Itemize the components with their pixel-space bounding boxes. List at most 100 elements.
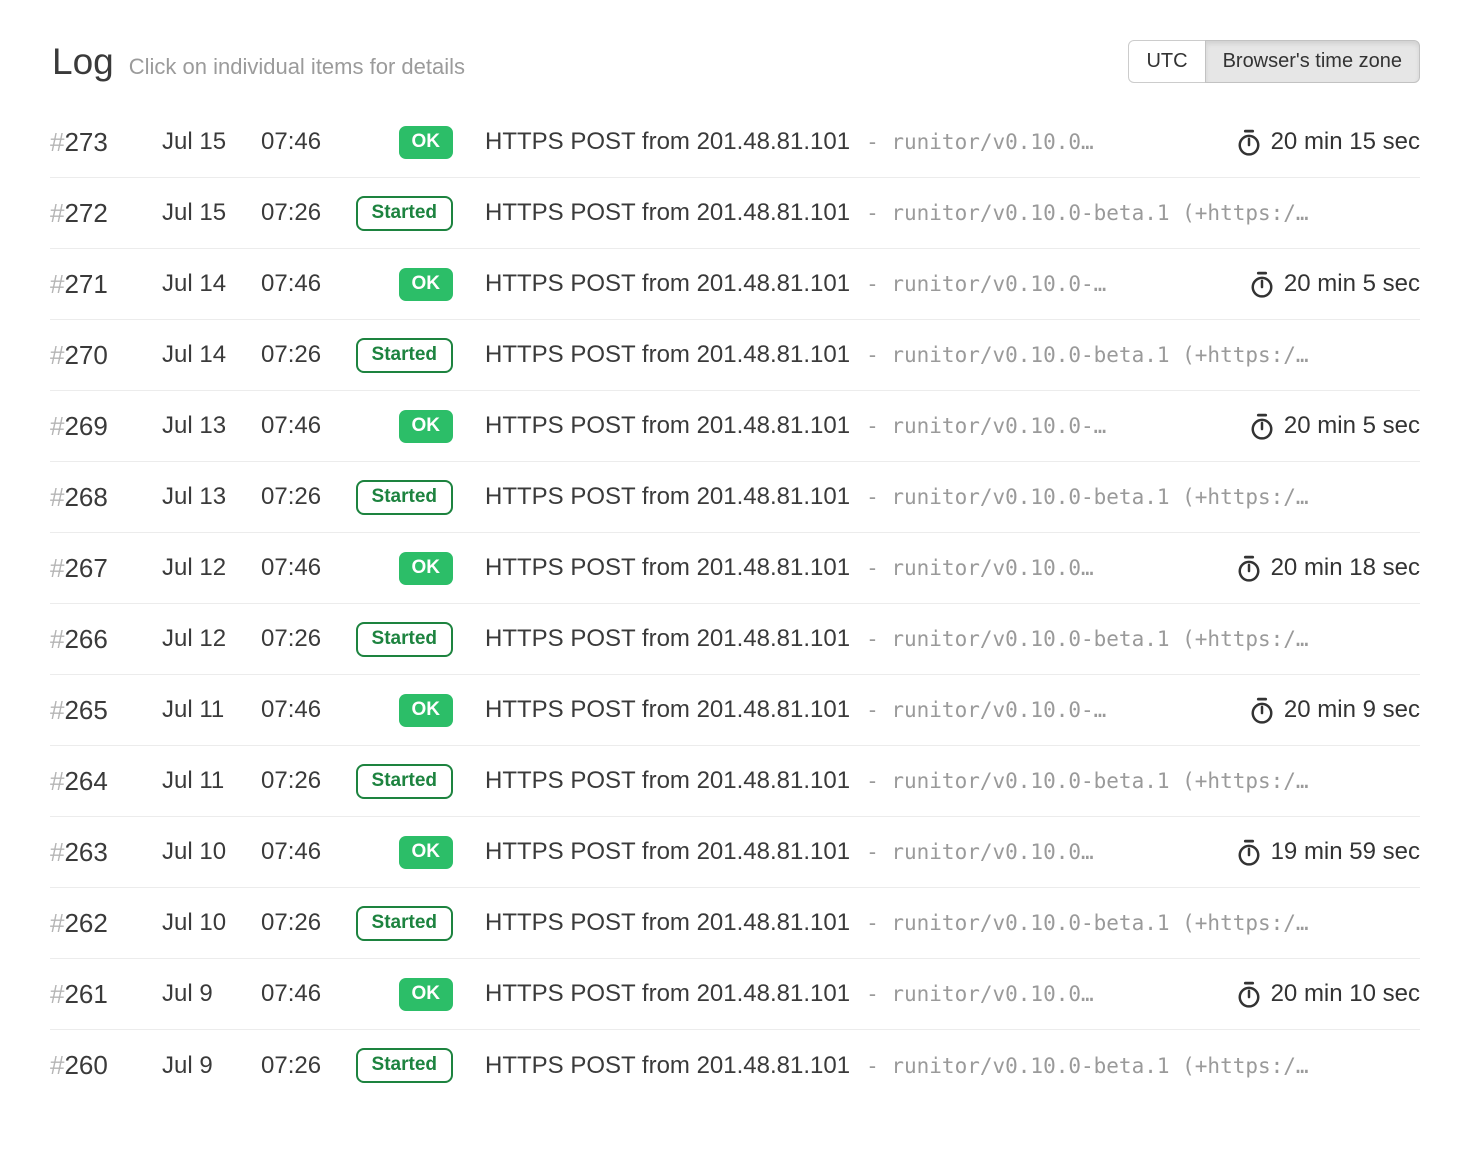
event-number-hash: # (50, 482, 64, 512)
status-badge: OK (399, 126, 454, 159)
event-number-value: 265 (64, 695, 107, 725)
user-agent-text: - runitor/v0.10.0… (866, 982, 1094, 1006)
stopwatch-icon (1236, 555, 1262, 583)
event-source-text: HTTPS POST from 201.48.81.101 (485, 341, 850, 369)
event-date: Jul 15 (162, 199, 261, 227)
event-number-value: 267 (64, 553, 107, 583)
log-row[interactable]: #271 Jul 14 07:46 OK HTTPS POST from 201… (50, 249, 1420, 320)
event-time: 07:46 (261, 412, 358, 440)
log-row[interactable]: #265 Jul 11 07:46 OK HTTPS POST from 201… (50, 675, 1420, 746)
log-row[interactable]: #261 Jul 9 07:46 OK HTTPS POST from 201.… (50, 959, 1420, 1030)
event-duration: 20 min 5 sec (1249, 270, 1420, 298)
user-agent-text: - runitor/v0.10.0-beta.1 (+https:/… (866, 769, 1309, 793)
user-agent-text: - runitor/v0.10.0-… (866, 272, 1106, 296)
event-number-hash: # (50, 837, 64, 867)
event-date: Jul 9 (162, 980, 261, 1008)
event-number-hash: # (50, 1050, 64, 1080)
user-agent-text: - runitor/v0.10.0… (866, 130, 1094, 154)
event-date: Jul 10 (162, 909, 261, 937)
duration-text: 20 min 5 sec (1284, 270, 1420, 298)
stopwatch-icon (1236, 839, 1262, 867)
event-number-hash: # (50, 766, 64, 796)
event-description: HTTPS POST from 201.48.81.101 - runitor/… (485, 696, 1225, 724)
utc-button[interactable]: UTC (1128, 40, 1205, 83)
status-badge: Started (356, 1048, 453, 1083)
status-badge: Started (356, 196, 453, 231)
status-badge-cell: OK (358, 978, 453, 1011)
event-description: HTTPS POST from 201.48.81.101 - runitor/… (485, 341, 1420, 369)
status-badge-cell: Started (358, 1048, 453, 1083)
log-row[interactable]: #270 Jul 14 07:26 Started HTTPS POST fro… (50, 320, 1420, 391)
event-date: Jul 14 (162, 341, 261, 369)
status-badge: OK (399, 694, 454, 727)
event-time: 07:46 (261, 554, 358, 582)
user-agent-text: - runitor/v0.10.0-beta.1 (+https:/… (866, 485, 1309, 509)
status-badge-cell: OK (358, 836, 453, 869)
user-agent-text: - runitor/v0.10.0-… (866, 698, 1106, 722)
event-number-hash: # (50, 340, 64, 370)
event-number-hash: # (50, 979, 64, 1009)
event-number: #264 (50, 766, 162, 797)
log-row[interactable]: #260 Jul 9 07:26 Started HTTPS POST from… (50, 1030, 1420, 1101)
log-page: Log Click on individual items for detail… (0, 0, 1470, 1156)
event-number-value: 271 (64, 269, 107, 299)
event-source-text: HTTPS POST from 201.48.81.101 (485, 767, 850, 795)
status-badge: Started (356, 480, 453, 515)
event-source-text: HTTPS POST from 201.48.81.101 (485, 483, 850, 511)
event-time: 07:46 (261, 270, 358, 298)
duration-text: 20 min 18 sec (1271, 554, 1420, 582)
status-badge-cell: OK (358, 552, 453, 585)
event-source-text: HTTPS POST from 201.48.81.101 (485, 909, 850, 937)
event-source-text: HTTPS POST from 201.48.81.101 (485, 128, 850, 156)
duration-text: 20 min 9 sec (1284, 696, 1420, 724)
event-time: 07:26 (261, 341, 358, 369)
event-number-hash: # (50, 198, 64, 228)
status-badge: OK (399, 410, 454, 443)
status-badge: OK (399, 268, 454, 301)
status-badge: Started (356, 622, 453, 657)
log-row[interactable]: #267 Jul 12 07:46 OK HTTPS POST from 201… (50, 533, 1420, 604)
user-agent-text: - runitor/v0.10.0-beta.1 (+https:/… (866, 343, 1309, 367)
log-row[interactable]: #273 Jul 15 07:46 OK HTTPS POST from 201… (50, 107, 1420, 178)
event-time: 07:46 (261, 980, 358, 1008)
log-row[interactable]: #266 Jul 12 07:26 Started HTTPS POST fro… (50, 604, 1420, 675)
event-number: #273 (50, 127, 162, 158)
status-badge-cell: OK (358, 126, 453, 159)
stopwatch-icon (1249, 271, 1275, 299)
duration-text: 20 min 5 sec (1284, 412, 1420, 440)
status-badge-cell: Started (358, 196, 453, 231)
event-number: #266 (50, 624, 162, 655)
user-agent-text: - runitor/v0.10.0-beta.1 (+https:/… (866, 911, 1309, 935)
user-agent-text: - runitor/v0.10.0-beta.1 (+https:/… (866, 1054, 1309, 1078)
user-agent-text: - runitor/v0.10.0… (866, 840, 1094, 864)
event-duration: 20 min 15 sec (1236, 128, 1420, 156)
event-number-value: 270 (64, 340, 107, 370)
page-header: Log Click on individual items for detail… (50, 40, 1420, 83)
event-number: #271 (50, 269, 162, 300)
event-number: #270 (50, 340, 162, 371)
event-number-hash: # (50, 695, 64, 725)
duration-text: 19 min 59 sec (1271, 838, 1420, 866)
log-row[interactable]: #262 Jul 10 07:26 Started HTTPS POST fro… (50, 888, 1420, 959)
event-time: 07:26 (261, 1052, 358, 1080)
event-number: #263 (50, 837, 162, 868)
stopwatch-icon (1249, 413, 1275, 441)
event-number: #268 (50, 482, 162, 513)
event-number-value: 264 (64, 766, 107, 796)
event-source-text: HTTPS POST from 201.48.81.101 (485, 980, 850, 1008)
status-badge: OK (399, 552, 454, 585)
event-number-hash: # (50, 908, 64, 938)
event-time: 07:26 (261, 767, 358, 795)
event-number-value: 268 (64, 482, 107, 512)
user-agent-text: - runitor/v0.10.0-beta.1 (+https:/… (866, 201, 1309, 225)
log-row[interactable]: #264 Jul 11 07:26 Started HTTPS POST fro… (50, 746, 1420, 817)
log-row[interactable]: #272 Jul 15 07:26 Started HTTPS POST fro… (50, 178, 1420, 249)
log-row[interactable]: #263 Jul 10 07:46 OK HTTPS POST from 201… (50, 817, 1420, 888)
event-number-hash: # (50, 411, 64, 441)
event-number-value: 261 (64, 979, 107, 1009)
event-number: #272 (50, 198, 162, 229)
log-row[interactable]: #268 Jul 13 07:26 Started HTTPS POST fro… (50, 462, 1420, 533)
browsers-time-zone-button[interactable]: Browser's time zone (1205, 40, 1420, 83)
log-row[interactable]: #269 Jul 13 07:46 OK HTTPS POST from 201… (50, 391, 1420, 462)
event-date: Jul 15 (162, 128, 261, 156)
